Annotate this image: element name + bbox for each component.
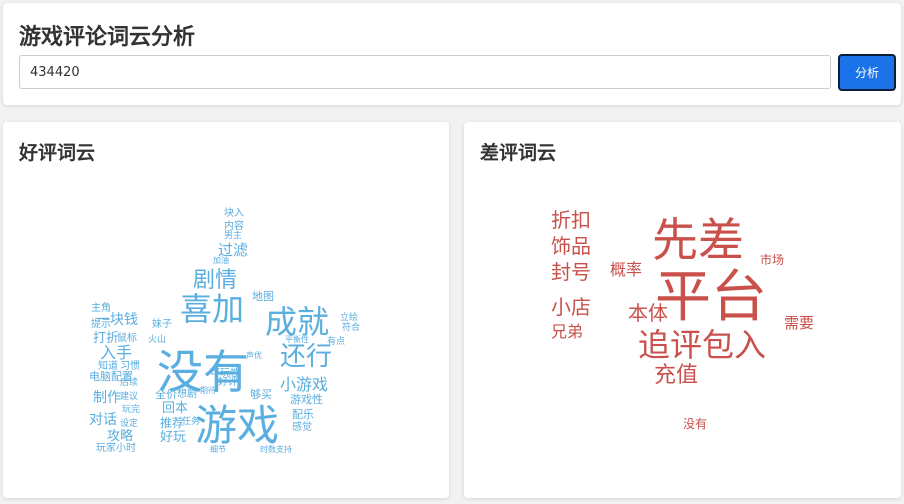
good-review-wordcloud: 没有游戏喜加 成就还行剧情小游戏过滤一块钱入手打折鼠标制作对话攻略玩家小时电脑配置…	[89, 207, 814, 454]
bad-word-5: 折扣	[551, 208, 591, 232]
good-word-32: 提示	[91, 318, 111, 330]
bad-word-11: 市场	[760, 252, 784, 267]
good-word-23: 想剧	[177, 387, 197, 400]
good-word-22: 全价	[155, 387, 177, 401]
bad-word-6: 饰品	[551, 234, 591, 258]
good-word-44: 后续	[120, 376, 138, 388]
bad-word-12: 需要	[784, 314, 814, 332]
good-word-46: 细节	[210, 444, 226, 454]
good-word-37: 妹子	[152, 318, 172, 330]
bad-word-9: 小店	[551, 295, 591, 319]
good-word-20: 推荐	[160, 416, 184, 430]
good-word-1: 游戏	[195, 401, 279, 450]
good-word-49: 期待	[200, 385, 216, 395]
good-word-51: 平衡性	[285, 334, 309, 344]
good-word-18: 习惯	[120, 359, 140, 372]
good-word-39: 立绘	[340, 311, 358, 323]
good-word-31: 主角	[91, 302, 111, 314]
good-word-50: 声优	[246, 350, 262, 360]
good-word-26: 够买	[250, 388, 272, 401]
good-word-14: 攻略	[107, 428, 133, 444]
good-word-2: 喜加	[180, 290, 244, 328]
bad-word-3: 本体	[628, 301, 668, 325]
good-word-19: 回本	[162, 401, 188, 416]
good-word-11: 鼠标	[117, 331, 137, 344]
good-word-48: 任务	[182, 415, 200, 427]
good-word-45: 玩完	[122, 403, 140, 415]
good-word-29: 感觉	[292, 420, 312, 433]
good-word-21: 好玩	[160, 430, 186, 445]
good-word-40: 符合	[342, 321, 360, 333]
good-word-38: 火山	[148, 334, 166, 345]
good-word-30: 地图	[252, 290, 274, 303]
bad-word-0: 平台	[655, 265, 767, 330]
good-word-33: 块入	[224, 207, 244, 219]
good-word-25: 可玩性	[210, 366, 240, 379]
bad-word-1: 先差	[652, 213, 744, 267]
good-words-group: 没有游戏喜加 成就还行剧情小游戏过滤一块钱入手打折鼠标制作对话攻略玩家小时电脑配置…	[89, 207, 360, 454]
bad-word-7: 封号	[551, 260, 591, 284]
good-word-6: 小游戏	[280, 375, 328, 394]
good-word-10: 打折	[93, 331, 119, 346]
good-word-36: 加油	[213, 255, 229, 265]
good-word-35: 男主	[224, 229, 242, 241]
bad-word-10: 兄弟	[551, 322, 583, 341]
good-word-17: 知道	[98, 359, 118, 372]
bad-word-13: 没有	[683, 416, 707, 431]
bad-word-8: 概率	[610, 260, 642, 279]
good-word-47: 时数支持	[260, 444, 292, 454]
good-word-27: 游戏性	[290, 392, 323, 406]
good-word-41: 有点	[327, 335, 345, 347]
good-word-42: 设定	[120, 417, 138, 429]
good-word-28: 配乐	[292, 408, 314, 421]
good-word-15: 玩家小时	[96, 441, 136, 454]
good-word-43: 建议	[120, 390, 138, 402]
bad-word-2: 追评包入	[638, 326, 766, 364]
good-word-5: 剧情	[193, 268, 237, 293]
bad-words-group: 平台先差追评包入本体充值 折扣饰品封号 概率小店兄弟 市场需要没有	[551, 208, 814, 431]
good-word-13: 对话	[89, 412, 117, 428]
good-word-4: 还行	[280, 342, 332, 372]
bad-word-4: 充值	[654, 363, 698, 388]
good-word-12: 制作	[93, 390, 121, 406]
